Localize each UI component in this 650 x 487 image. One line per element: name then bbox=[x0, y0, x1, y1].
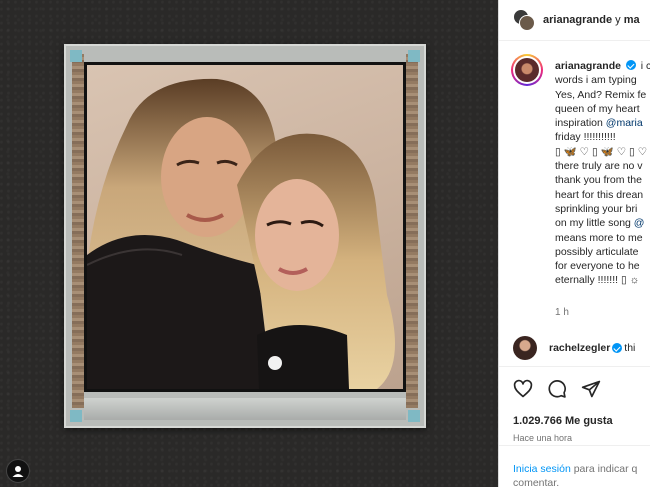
caption-username[interactable]: arianagrande bbox=[555, 60, 621, 72]
caption-text: arianagrande i c words i am typing Yes, … bbox=[555, 59, 650, 288]
emoji-line: ▯ 🦋 ♡ ▯ 🦋 ♡ ▯ ♡ bbox=[555, 145, 648, 158]
comment-icon[interactable] bbox=[547, 379, 567, 399]
polaroid-frame bbox=[64, 44, 426, 428]
caption-avatar[interactable] bbox=[511, 54, 543, 86]
commenter-avatar[interactable] bbox=[513, 336, 537, 360]
verified-icon bbox=[625, 60, 636, 70]
comment-text: thi bbox=[624, 342, 636, 354]
header-second-user[interactable]: ma bbox=[624, 14, 640, 26]
post-header: arianagrande y ma bbox=[499, 0, 650, 41]
post-photo bbox=[84, 62, 406, 392]
heart-icon[interactable] bbox=[513, 379, 533, 399]
share-icon[interactable] bbox=[581, 379, 601, 399]
post-time: Hace una hora bbox=[513, 433, 573, 443]
comment: rachelzegler thi bbox=[513, 336, 635, 360]
caption-time: 1 h bbox=[555, 307, 569, 318]
mention-link[interactable]: @ bbox=[634, 217, 645, 229]
login-link[interactable]: Inicia sesión bbox=[513, 463, 571, 475]
post-panel: arianagrande y ma arianagrande i c words… bbox=[498, 0, 650, 487]
photo-illustration bbox=[87, 78, 395, 389]
post-image-area bbox=[0, 0, 498, 487]
header-usernames: arianagrande y ma bbox=[543, 14, 640, 26]
header-username[interactable]: arianagrande bbox=[543, 14, 612, 26]
mention-link[interactable]: @maria bbox=[606, 117, 643, 129]
login-prompt: Inicia sesión para indicar q comentar. bbox=[499, 445, 650, 487]
commenter-username[interactable]: rachelzegler bbox=[549, 342, 610, 354]
collab-avatars[interactable] bbox=[513, 9, 535, 31]
like-count[interactable]: 1.029.766 Me gusta bbox=[513, 415, 613, 427]
user-silhouette-icon bbox=[12, 466, 24, 477]
profile-icon[interactable] bbox=[6, 459, 30, 483]
verified-icon bbox=[612, 343, 623, 353]
